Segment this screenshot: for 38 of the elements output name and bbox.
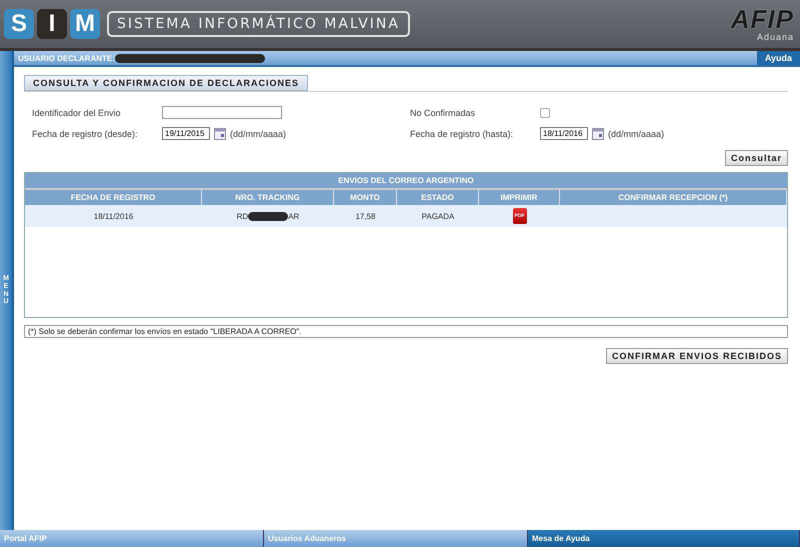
logo-tile: I <box>37 9 67 39</box>
table-title: ENVIOS DEL CORREO ARGENTINO <box>25 173 787 190</box>
redaction-bar <box>248 212 288 220</box>
consult-button[interactable]: Consultar <box>724 150 788 166</box>
tracking-suffix: AR <box>288 212 300 220</box>
table-cell: 17,58 <box>334 205 397 227</box>
date-format-hint: (dd/mm/aaaa) <box>230 128 286 138</box>
field-label: Fecha de registro (desde): <box>32 128 139 138</box>
date-field[interactable]: 18/11/2016 <box>540 127 588 140</box>
table-cell: PAGADA <box>397 205 479 227</box>
column-header: ESTADO <box>397 190 479 205</box>
field-label: Fecha de registro (hasta): <box>410 128 514 138</box>
confirm-button[interactable]: CONFIRMAR ENVIOS RECIBIDOS <box>606 348 788 364</box>
agency-subtitle: Aduana <box>756 32 794 42</box>
column-header: MONTO <box>334 190 397 205</box>
field-label: Identificador del Envio <box>32 108 122 118</box>
field-label: No Confirmadas <box>410 108 476 118</box>
column-header: FECHA DE REGISTRO <box>25 190 202 205</box>
help-link[interactable]: Ayuda <box>756 51 800 65</box>
checkbox[interactable] <box>540 108 550 118</box>
footer-link[interactable]: Mesa de Ayuda <box>528 530 800 547</box>
logo-tile: S <box>4 9 34 39</box>
column-header: NRO. TRACKING <box>202 190 334 205</box>
calendar-icon[interactable] <box>592 128 604 140</box>
system-name: SISTEMA INFORMÁTICO MALVINA <box>107 11 410 37</box>
table-cell: 18/11/2016 <box>25 205 202 227</box>
input-field[interactable] <box>162 106 282 119</box>
logo-tile: M <box>70 9 100 39</box>
calendar-icon[interactable] <box>214 128 226 140</box>
user-label: USUARIO DECLARANTE: <box>18 54 115 62</box>
agency-logo: AFIP <box>730 6 794 32</box>
date-format-hint: (dd/mm/aaaa) <box>608 128 664 138</box>
date-field[interactable]: 19/11/2015 <box>162 127 210 140</box>
column-header: IMPRIMIR <box>479 190 560 205</box>
column-header: CONFIRMAR RECEPCION (*) <box>560 190 787 205</box>
tracking-prefix: RD <box>236 212 248 220</box>
section-title: CONSULTA Y CONFIRMACION DE DECLARACIONES <box>24 75 308 91</box>
footnote: (*) Solo se deberán confirmar los envíos en estado "LIBERADA A CORREO". <box>24 325 788 338</box>
